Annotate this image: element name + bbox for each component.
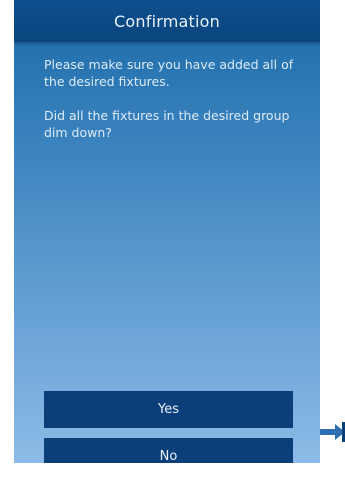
yes-button[interactable]: Yes xyxy=(44,391,293,428)
confirmation-screen: Confirmation Please make sure you have a… xyxy=(14,0,320,463)
message-body: Please make sure you have added all of t… xyxy=(44,56,296,158)
no-button[interactable]: No xyxy=(44,438,293,463)
instruction-text: Please make sure you have added all of t… xyxy=(44,57,294,89)
question-text: Did all the fixtures in the desired grou… xyxy=(44,108,290,140)
page-title: Confirmation xyxy=(14,0,320,42)
arrow-right-icon xyxy=(320,422,345,442)
